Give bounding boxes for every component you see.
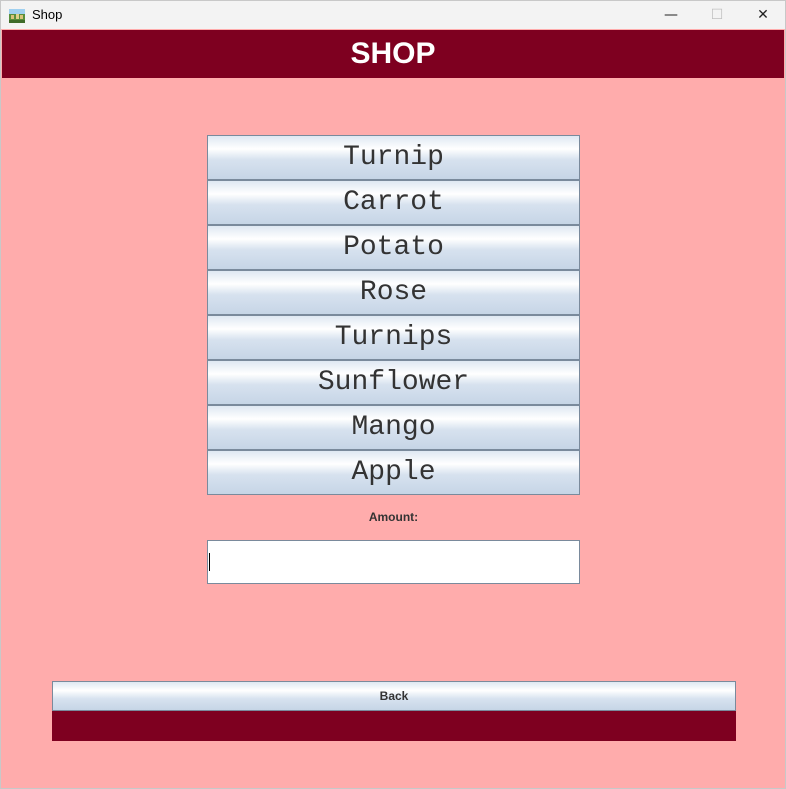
window-title: Shop — [32, 7, 63, 22]
item-button-turnips[interactable]: Turnips — [207, 315, 580, 360]
item-button-carrot[interactable]: Carrot — [207, 180, 580, 225]
item-button-turnip[interactable]: Turnip — [207, 135, 580, 180]
minimize-button[interactable]: — — [648, 1, 694, 29]
text-caret — [209, 553, 210, 571]
title-bar: Shop — ☐ ✕ — [1, 1, 785, 29]
back-button[interactable]: Back — [52, 681, 736, 711]
item-button-sunflower[interactable]: Sunflower — [207, 360, 580, 405]
item-button-rose[interactable]: Rose — [207, 270, 580, 315]
shop-window: Shop — ☐ ✕ SHOP Turnip Carrot Potato Ros… — [0, 0, 786, 789]
item-button-potato[interactable]: Potato — [207, 225, 580, 270]
page-title: SHOP — [350, 37, 436, 70]
amount-label: Amount: — [368, 510, 419, 524]
amount-input[interactable] — [207, 540, 580, 584]
item-button-mango[interactable]: Mango — [207, 405, 580, 450]
minimize-icon: — — [664, 7, 678, 23]
app-icon — [9, 8, 25, 23]
close-button[interactable]: ✕ — [740, 1, 786, 29]
footer-bar — [52, 711, 736, 741]
item-list: Turnip Carrot Potato Rose Turnips Sunflo… — [207, 135, 580, 495]
maximize-icon: ☐ — [710, 7, 724, 23]
maximize-button[interactable]: ☐ — [694, 1, 740, 29]
item-button-apple[interactable]: Apple — [207, 450, 580, 495]
close-icon: ✕ — [757, 7, 769, 23]
shop-header: SHOP — [2, 30, 784, 78]
